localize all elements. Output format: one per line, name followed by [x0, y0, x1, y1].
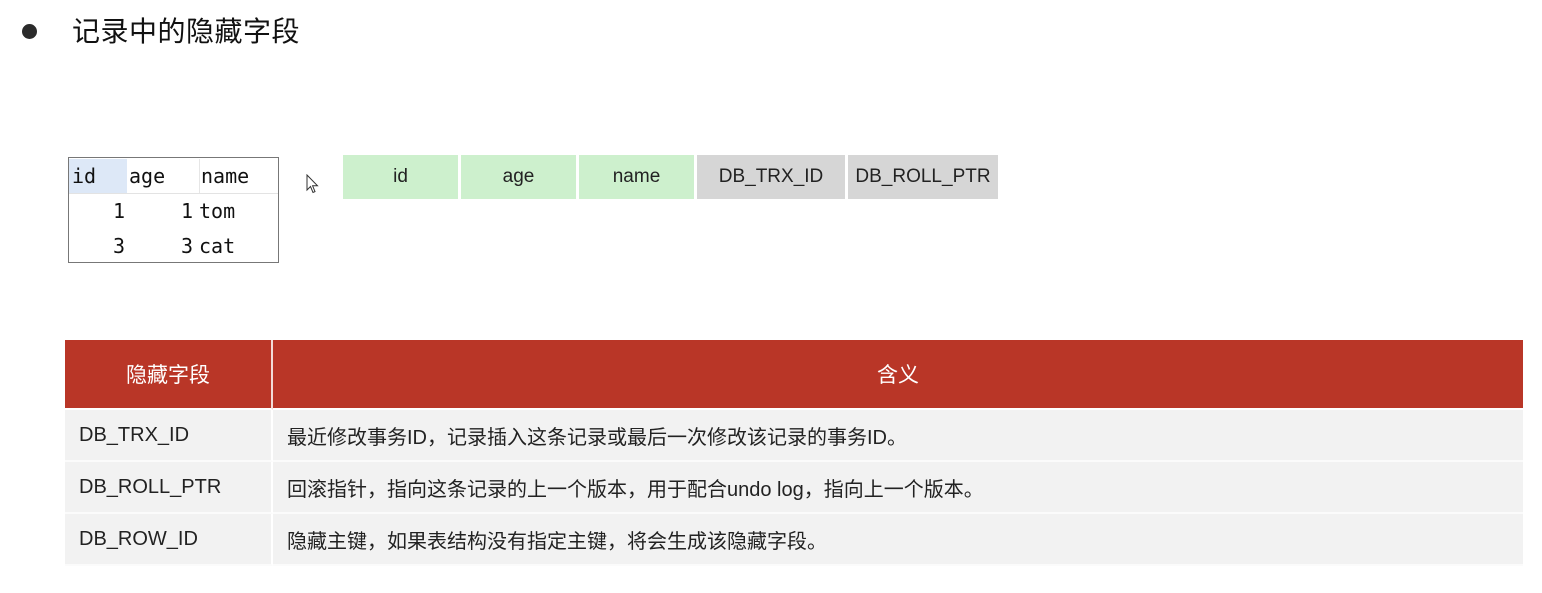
- grid-row: 1 1 tom: [69, 194, 278, 228]
- cell-meaning: 隐藏主键，如果表结构没有指定主键，将会生成该隐藏字段。: [273, 514, 1523, 566]
- cell-field: DB_ROW_ID: [65, 514, 273, 566]
- table-header-row: 隐藏字段 含义: [65, 340, 1523, 410]
- header-meaning: 含义: [273, 340, 1523, 410]
- grid-cell-name: tom: [199, 199, 236, 223]
- grid-header-age[interactable]: age: [129, 159, 195, 193]
- record-field-strip: id age name DB_TRX_ID DB_ROLL_PTR: [343, 155, 998, 199]
- hidden-fields-table: 隐藏字段 含义 DB_TRX_ID 最近修改事务ID，记录插入这条记录或最后一次…: [65, 340, 1523, 566]
- cell-field: DB_TRX_ID: [65, 410, 273, 462]
- grid-header-row: id age name: [69, 159, 278, 194]
- bullet-icon: [22, 24, 37, 39]
- table-row: DB_ROW_ID 隐藏主键，如果表结构没有指定主键，将会生成该隐藏字段。: [65, 514, 1523, 566]
- grid-row: 3 3 cat: [69, 229, 278, 263]
- grid-cell-age: 1: [180, 199, 193, 223]
- header-hidden-field: 隐藏字段: [65, 340, 273, 410]
- field-db-roll-ptr: DB_ROLL_PTR: [848, 155, 998, 199]
- field-age: age: [461, 155, 576, 199]
- grid-cell-id: 1: [112, 199, 125, 223]
- grid-cell-id: 3: [112, 234, 125, 258]
- grid-header-id[interactable]: id: [69, 159, 127, 193]
- grid-cell-age: 3: [180, 234, 193, 258]
- field-id: id: [343, 155, 458, 199]
- section-heading: 记录中的隐藏字段: [72, 15, 301, 48]
- cell-meaning: 回滚指针，指向这条记录的上一个版本，用于配合undo log，指向上一个版本。: [273, 462, 1523, 514]
- query-result-grid: id age name 1 1 tom 3 3 cat: [68, 157, 279, 263]
- cell-meaning: 最近修改事务ID，记录插入这条记录或最后一次修改该记录的事务ID。: [273, 410, 1523, 462]
- grid-header-name[interactable]: name: [199, 159, 281, 193]
- grid-cell-name: cat: [199, 234, 236, 258]
- table-row: DB_TRX_ID 最近修改事务ID，记录插入这条记录或最后一次修改该记录的事务…: [65, 410, 1523, 462]
- table-row: DB_ROLL_PTR 回滚指针，指向这条记录的上一个版本，用于配合undo l…: [65, 462, 1523, 514]
- field-db-trx-id: DB_TRX_ID: [697, 155, 845, 199]
- cell-field: DB_ROLL_PTR: [65, 462, 273, 514]
- mouse-cursor-icon: [306, 174, 319, 194]
- field-name: name: [579, 155, 694, 199]
